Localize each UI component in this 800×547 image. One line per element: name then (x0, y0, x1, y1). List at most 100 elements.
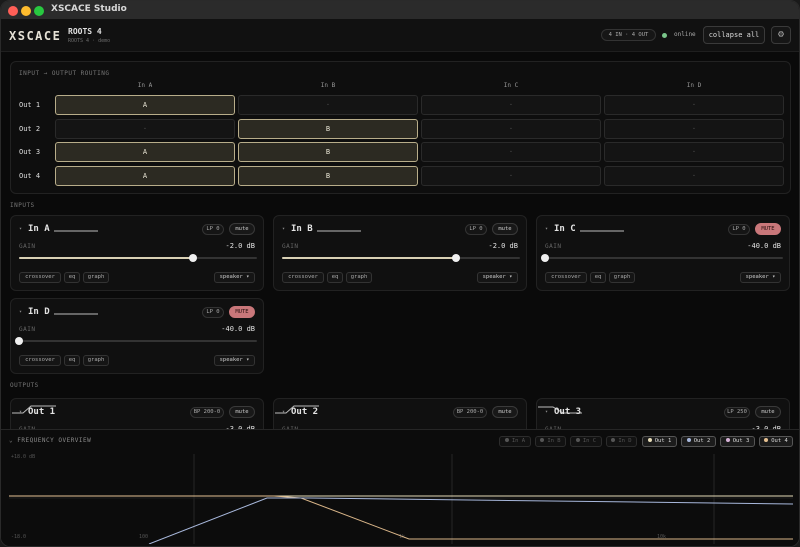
frequency-overview-panel: ⌄ FREQUENCY OVERVIEW In A In B In C In D Out… (1, 429, 799, 546)
routing-cell[interactable]: · (421, 119, 601, 139)
series-toggle-chip[interactable]: Out 4 (759, 436, 793, 447)
series-color-dot-icon (725, 437, 730, 442)
chevron-down-icon[interactable]: ▾ (282, 409, 285, 415)
series-toggle-chip[interactable]: Out 2 (681, 436, 716, 447)
filter-badge[interactable]: BP 200-0 (453, 407, 487, 418)
crossover-button[interactable]: crossover (19, 355, 61, 366)
mute-button[interactable]: mute (492, 223, 518, 235)
close-window-button[interactable] (8, 6, 18, 16)
crossover-button[interactable]: crossover (19, 272, 61, 283)
routing-cell[interactable]: A (55, 142, 235, 162)
channel-name: In A (28, 224, 50, 234)
routing-matrix-panel: INPUT → OUTPUT ROUTING In A In B In C In D O… (10, 61, 791, 194)
routing-cell[interactable]: B (238, 166, 418, 186)
series-toggle-chip[interactable]: In B (535, 436, 566, 447)
series-color-dot-icon (611, 437, 616, 442)
eq-button[interactable]: eq (64, 272, 80, 283)
routing-cell[interactable]: B (238, 119, 418, 139)
frequency-response-plot: +18.0 dB-18.0 100 1k 10k (9, 454, 793, 544)
gear-icon: ⚙ (777, 29, 785, 40)
mute-button[interactable]: mute (229, 406, 255, 418)
mute-button[interactable]: MUTE (229, 306, 255, 318)
gain-slider[interactable] (15, 337, 257, 345)
crossover-button[interactable]: crossover (282, 272, 324, 283)
gain-label: GAIN (545, 243, 562, 250)
gain-slider-handle[interactable] (541, 254, 549, 262)
routing-cell[interactable]: · (604, 142, 784, 162)
routing-row-label: Out 4 (19, 172, 41, 180)
mute-button[interactable]: mute (229, 223, 255, 235)
gain-slider-handle[interactable] (15, 337, 23, 345)
gain-slider[interactable] (541, 254, 783, 262)
routing-cell[interactable]: A (55, 166, 235, 186)
routing-column-header: In D (686, 82, 702, 89)
series-color-dot-icon (540, 437, 545, 442)
eq-button[interactable]: eq (64, 355, 80, 366)
eq-button[interactable]: eq (327, 272, 343, 283)
series-color-dot-icon (647, 437, 652, 442)
routing-cell[interactable]: · (421, 95, 601, 115)
series-toggle-chip[interactable]: In A (499, 436, 531, 447)
routing-row-label: Out 1 (19, 101, 41, 109)
window-title: XSCACE Studio (51, 4, 127, 14)
chevron-down-icon[interactable]: ▾ (545, 409, 548, 415)
gain-slider-handle[interactable] (451, 254, 460, 262)
collapse-all-button[interactable]: collapse all (703, 26, 765, 44)
crossover-button[interactable]: crossover (545, 272, 587, 283)
series-toggle-label: In D (618, 438, 632, 444)
filter-badge[interactable]: LP 0 (728, 224, 750, 235)
minimize-window-button[interactable] (21, 6, 31, 16)
filter-badge[interactable]: LP 250 (724, 407, 750, 418)
routing-cell[interactable]: · (55, 119, 235, 139)
gain-slider[interactable] (282, 254, 520, 262)
series-toggle-label: Out 2 (693, 438, 711, 444)
graph-button[interactable]: graph (346, 272, 372, 283)
gain-slider-handle[interactable] (188, 254, 197, 262)
speaker-select[interactable]: speaker ▾ (214, 272, 255, 283)
series-toggle-chip[interactable]: In D (606, 436, 637, 447)
zoom-window-button[interactable] (34, 6, 44, 16)
graph-button[interactable]: graph (83, 272, 109, 283)
graph-button[interactable]: graph (609, 272, 635, 283)
routing-cell[interactable]: · (238, 95, 418, 115)
io-count-badge: 4 IN · 4 OUT (601, 29, 656, 41)
routing-cell[interactable]: · (604, 95, 784, 115)
gain-slider-fill (282, 257, 456, 259)
routing-cell[interactable]: · (604, 119, 784, 139)
speaker-select[interactable]: speaker ▾ (477, 272, 518, 283)
routing-cell[interactable]: A (55, 95, 235, 115)
settings-button[interactable]: ⚙ (771, 26, 791, 44)
frequency-overview-toggle[interactable]: ⌄ FREQUENCY OVERVIEW (9, 437, 91, 444)
mute-button[interactable]: MUTE (755, 223, 781, 235)
filter-curve-icon (317, 230, 361, 232)
speaker-select[interactable]: speaker ▾ (740, 272, 781, 283)
routing-cell[interactable]: · (421, 166, 601, 186)
gain-slider[interactable] (19, 254, 257, 262)
filter-badge[interactable]: LP 0 (202, 224, 224, 235)
connection-status: online (674, 31, 696, 38)
gain-label: GAIN (19, 326, 36, 333)
channel-name: In B (291, 224, 313, 234)
filter-badge[interactable]: LP 0 (202, 307, 224, 318)
mute-button[interactable]: mute (755, 406, 781, 418)
eq-button[interactable]: eq (590, 272, 606, 283)
chevron-down-icon[interactable]: ▾ (19, 409, 22, 415)
chevron-down-icon[interactable]: ▾ (282, 226, 285, 232)
filter-badge[interactable]: LP 0 (465, 224, 487, 235)
series-toggle-chip[interactable]: Out 1 (642, 436, 677, 447)
mute-button[interactable]: mute (492, 406, 518, 418)
routing-cell[interactable]: B (238, 142, 418, 162)
gain-value: -40.0 dB (221, 325, 255, 333)
speaker-select[interactable]: speaker ▾ (214, 355, 255, 366)
app-window: XSCACE Studio XSCACE ROOTS 4 ROOTS 4 · d… (0, 0, 800, 547)
chevron-down-icon[interactable]: ▾ (19, 226, 22, 232)
series-toggle-chip[interactable]: In C (570, 436, 602, 447)
routing-cell[interactable]: · (421, 142, 601, 162)
routing-cell[interactable]: · (604, 166, 784, 186)
chevron-down-icon[interactable]: ▾ (19, 309, 22, 315)
series-toggle-chip[interactable]: Out 3 (720, 436, 755, 447)
routing-row-label: Out 2 (19, 125, 41, 133)
filter-badge[interactable]: BP 200-0 (190, 407, 224, 418)
graph-button[interactable]: graph (83, 355, 109, 366)
chevron-down-icon[interactable]: ▾ (545, 226, 548, 232)
